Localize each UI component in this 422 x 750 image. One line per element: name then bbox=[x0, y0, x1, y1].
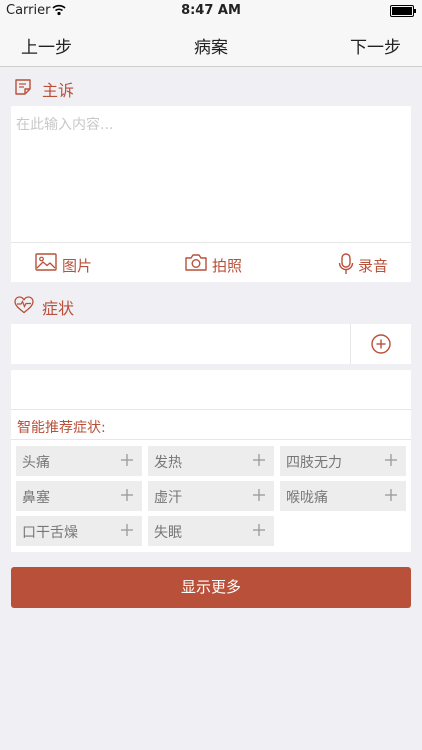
show-more-button[interactable]: 显示更多 bbox=[11, 567, 411, 608]
symptom-chip[interactable]: 鼻塞 bbox=[16, 481, 142, 511]
symptom-chip-label: 口干舌燥 bbox=[22, 525, 78, 541]
recommend-divider bbox=[11, 439, 411, 440]
media-actions: 图片 拍照 录音 bbox=[11, 242, 411, 283]
add-circle-icon[interactable] bbox=[371, 334, 391, 354]
battery-icon bbox=[390, 5, 416, 17]
plus-icon bbox=[253, 524, 265, 536]
complaint-text-input[interactable]: 在此输入内容... bbox=[16, 114, 113, 134]
plus-icon bbox=[253, 454, 265, 466]
symptom-chip[interactable]: 头痛 bbox=[16, 446, 142, 476]
record-label: 录音 bbox=[358, 257, 389, 275]
symptom-chip[interactable]: 失眠 bbox=[148, 516, 274, 546]
symptom-card: 智能推荐症状: 头痛 发热 四肢无力 鼻塞 虚汗 喉咙痛 口干舌燥 失眠 bbox=[11, 370, 411, 552]
clock: 8:47 AM bbox=[181, 3, 241, 18]
symptom-chip[interactable]: 虚汗 bbox=[148, 481, 274, 511]
image-label: 图片 bbox=[62, 257, 93, 275]
symptom-input-divider bbox=[350, 324, 351, 364]
status-bar: Carrier 8:47 AM bbox=[0, 0, 422, 22]
complaint-card: 在此输入内容... 图片 拍照 录音 bbox=[11, 106, 411, 282]
plus-icon bbox=[253, 489, 265, 501]
symptom-chip[interactable]: 喉咙痛 bbox=[280, 481, 406, 511]
plus-icon bbox=[121, 454, 133, 466]
plus-icon bbox=[121, 524, 133, 536]
camera-icon bbox=[185, 254, 207, 271]
symptom-chip-label: 头痛 bbox=[22, 455, 50, 471]
symptom-chip-label: 失眠 bbox=[154, 525, 182, 541]
symptom-input[interactable] bbox=[11, 324, 350, 364]
picture-icon bbox=[35, 253, 57, 271]
heart-pulse-icon bbox=[14, 296, 34, 314]
symptom-chip-label: 鼻塞 bbox=[22, 490, 50, 506]
plus-icon bbox=[385, 489, 397, 501]
symptom-chip-label: 虚汗 bbox=[154, 490, 182, 506]
plus-icon bbox=[385, 454, 397, 466]
next-step-button[interactable]: 下一步 bbox=[350, 33, 401, 58]
recommended-symptoms-label: 智能推荐症状: bbox=[17, 420, 106, 436]
plus-icon bbox=[121, 489, 133, 501]
note-icon bbox=[15, 79, 31, 95]
symptom-chip-label: 喉咙痛 bbox=[286, 490, 328, 506]
navigation-bar: 上一步 病案 下一步 bbox=[0, 22, 422, 67]
symptom-input-row bbox=[11, 324, 411, 364]
complaint-section-title: 主诉 bbox=[42, 81, 75, 100]
symptom-chip-label: 发热 bbox=[154, 455, 182, 471]
symptom-chip[interactable]: 发热 bbox=[148, 446, 274, 476]
symptom-list-field[interactable] bbox=[11, 370, 411, 410]
symptom-chip-label: 四肢无力 bbox=[286, 455, 342, 471]
symptoms-section-title: 症状 bbox=[42, 299, 75, 318]
symptom-chip[interactable]: 口干舌燥 bbox=[16, 516, 142, 546]
symptom-chip[interactable]: 四肢无力 bbox=[280, 446, 406, 476]
microphone-icon bbox=[338, 253, 354, 274]
camera-label: 拍照 bbox=[212, 257, 243, 275]
